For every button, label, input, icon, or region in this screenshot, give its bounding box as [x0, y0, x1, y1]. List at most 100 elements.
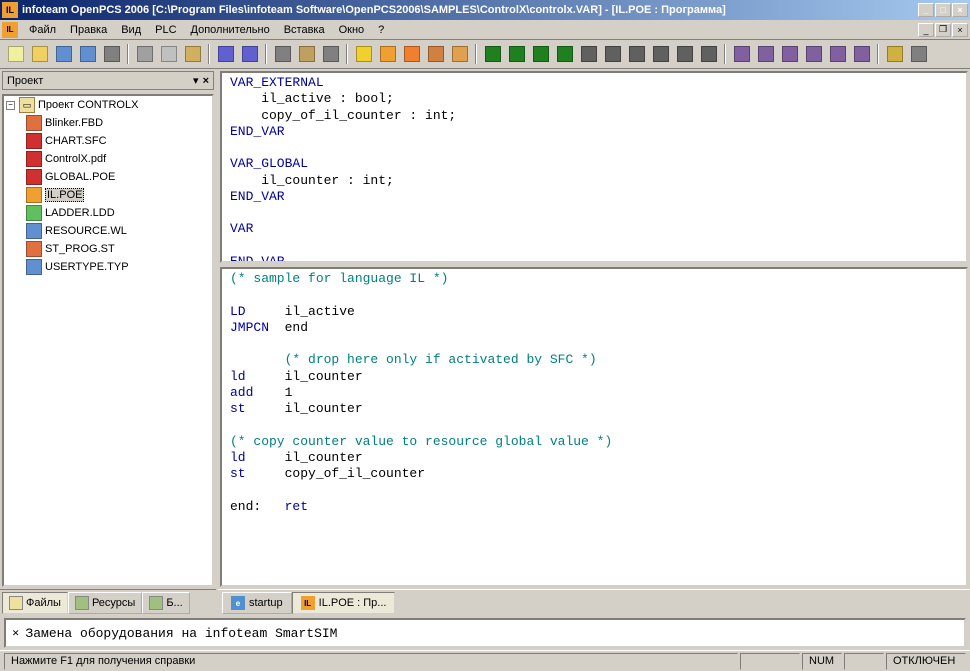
restart-button[interactable] — [625, 43, 648, 65]
stepinto-button[interactable] — [553, 43, 576, 65]
code-line — [230, 238, 958, 254]
step-button[interactable] — [505, 43, 528, 65]
output-close-icon[interactable]: × — [12, 625, 19, 641]
saveall-button[interactable] — [76, 43, 99, 65]
close-button[interactable] — [907, 43, 930, 65]
tool4-button[interactable] — [802, 43, 825, 65]
sidebar-dropdown-icon[interactable]: ▾ — [193, 74, 199, 87]
paste-button[interactable] — [181, 43, 204, 65]
layout-button[interactable] — [883, 43, 906, 65]
editor-tab[interactable]: ILIL.POE : Пр... — [292, 592, 396, 614]
tree-item[interactable]: USERTYPE.TYP — [4, 258, 212, 276]
undo-button[interactable] — [214, 43, 237, 65]
code-line: END_VAR — [230, 189, 958, 205]
stepover-icon — [533, 46, 549, 62]
undo-icon — [218, 46, 234, 62]
paste-icon — [185, 46, 201, 62]
sidebar-close-icon[interactable]: × — [203, 75, 209, 87]
mdi-close-button[interactable]: × — [952, 23, 968, 37]
rebuild-button[interactable] — [400, 43, 423, 65]
maximize-button[interactable]: □ — [935, 3, 951, 17]
find-button[interactable] — [295, 43, 318, 65]
copy-button[interactable] — [157, 43, 180, 65]
collapse-icon[interactable]: − — [6, 101, 15, 110]
minimize-button[interactable]: _ — [918, 3, 934, 17]
tree-item[interactable]: RESOURCE.WL — [4, 222, 212, 240]
toolbar-separator — [265, 44, 267, 64]
tool6-button[interactable] — [850, 43, 873, 65]
mdi-restore-button[interactable]: ❐ — [935, 23, 951, 37]
sidebar-tab[interactable]: Ресурсы — [68, 592, 142, 614]
tab-icon — [75, 596, 89, 610]
tab-label: startup — [249, 597, 283, 609]
redo-button[interactable] — [238, 43, 261, 65]
down-button[interactable] — [697, 43, 720, 65]
stop-button[interactable] — [601, 43, 624, 65]
close-button[interactable]: × — [952, 3, 968, 17]
code-line: ld il_counter — [230, 450, 958, 466]
code-line: (* copy counter value to resource global… — [230, 434, 958, 450]
compile-button[interactable] — [424, 43, 447, 65]
menu-?[interactable]: ? — [371, 22, 391, 38]
tree-item[interactable]: ControlX.pdf — [4, 150, 212, 168]
find-icon — [299, 46, 315, 62]
print-button[interactable] — [100, 43, 123, 65]
menu-вид[interactable]: Вид — [114, 22, 148, 38]
open-button[interactable] — [28, 43, 51, 65]
file-icon — [26, 187, 42, 203]
tree-root-label: Проект CONTROLX — [38, 99, 138, 111]
tool2-icon — [758, 46, 774, 62]
tool2-button[interactable] — [754, 43, 777, 65]
new-button[interactable] — [4, 43, 27, 65]
stepover-button[interactable] — [529, 43, 552, 65]
tree-item[interactable]: Blinker.FBD — [4, 114, 212, 132]
tab-icon: e — [231, 596, 245, 610]
project-sidebar: Проект ▾ × − ▭ Проект CONTROLX Blinker.F… — [0, 69, 218, 616]
menu-plc[interactable]: PLC — [148, 22, 183, 38]
sidebar-tab[interactable]: Файлы — [2, 592, 68, 614]
code-pane[interactable]: (* sample for language IL *) LD il_activ… — [220, 267, 968, 587]
build-button[interactable] — [352, 43, 375, 65]
tree-root[interactable]: − ▭ Проект CONTROLX — [4, 96, 212, 114]
save-button[interactable] — [52, 43, 75, 65]
cut-button[interactable] — [133, 43, 156, 65]
tool1-icon — [734, 46, 750, 62]
tree-item-label: RESOURCE.WL — [45, 225, 127, 237]
run-button[interactable] — [481, 43, 504, 65]
goto-button[interactable] — [319, 43, 342, 65]
tree-item[interactable]: ST_PROG.ST — [4, 240, 212, 258]
mdi-minimize-button[interactable]: _ — [918, 23, 934, 37]
declarations-pane[interactable]: VAR_EXTERNAL il_active : bool; copy_of_i… — [220, 71, 968, 263]
code-line: copy_of_il_counter : int; — [230, 108, 958, 124]
stop-icon — [605, 46, 621, 62]
tree-item[interactable]: IL.POE — [4, 186, 212, 204]
sidebar-tab[interactable]: Б... — [142, 592, 189, 614]
pause-button[interactable] — [577, 43, 600, 65]
sidebar-tabs: ФайлыРесурсыБ... — [0, 589, 216, 616]
status-empty2 — [844, 653, 884, 670]
up-button[interactable] — [673, 43, 696, 65]
tool1-button[interactable] — [730, 43, 753, 65]
menu-окно[interactable]: Окно — [332, 22, 372, 38]
output-pane[interactable]: × Замена оборудования на infoteam SmartS… — [4, 618, 966, 648]
print-icon — [104, 46, 120, 62]
tree-item[interactable]: GLOBAL.POE — [4, 168, 212, 186]
zoom-button[interactable] — [271, 43, 294, 65]
tree-item-label: Blinker.FBD — [45, 117, 103, 129]
continue-button[interactable] — [649, 43, 672, 65]
menu-файл[interactable]: Файл — [22, 22, 63, 38]
project-tree[interactable]: − ▭ Проект CONTROLX Blinker.FBD CHART.SFC… — [2, 94, 214, 587]
menu-вставка[interactable]: Вставка — [277, 22, 332, 38]
menu-дополнительно[interactable]: Дополнительно — [184, 22, 277, 38]
buildall-button[interactable] — [376, 43, 399, 65]
menu-правка[interactable]: Правка — [63, 22, 114, 38]
editor-tab[interactable]: e startup — [222, 592, 292, 614]
tab-icon — [9, 596, 23, 610]
rebuild-icon — [404, 46, 420, 62]
tool3-button[interactable] — [778, 43, 801, 65]
check-button[interactable] — [448, 43, 471, 65]
editor-tabs: e startup ILIL.POE : Пр... — [218, 589, 970, 616]
tree-item[interactable]: CHART.SFC — [4, 132, 212, 150]
tool5-button[interactable] — [826, 43, 849, 65]
tree-item[interactable]: LADDER.LDD — [4, 204, 212, 222]
